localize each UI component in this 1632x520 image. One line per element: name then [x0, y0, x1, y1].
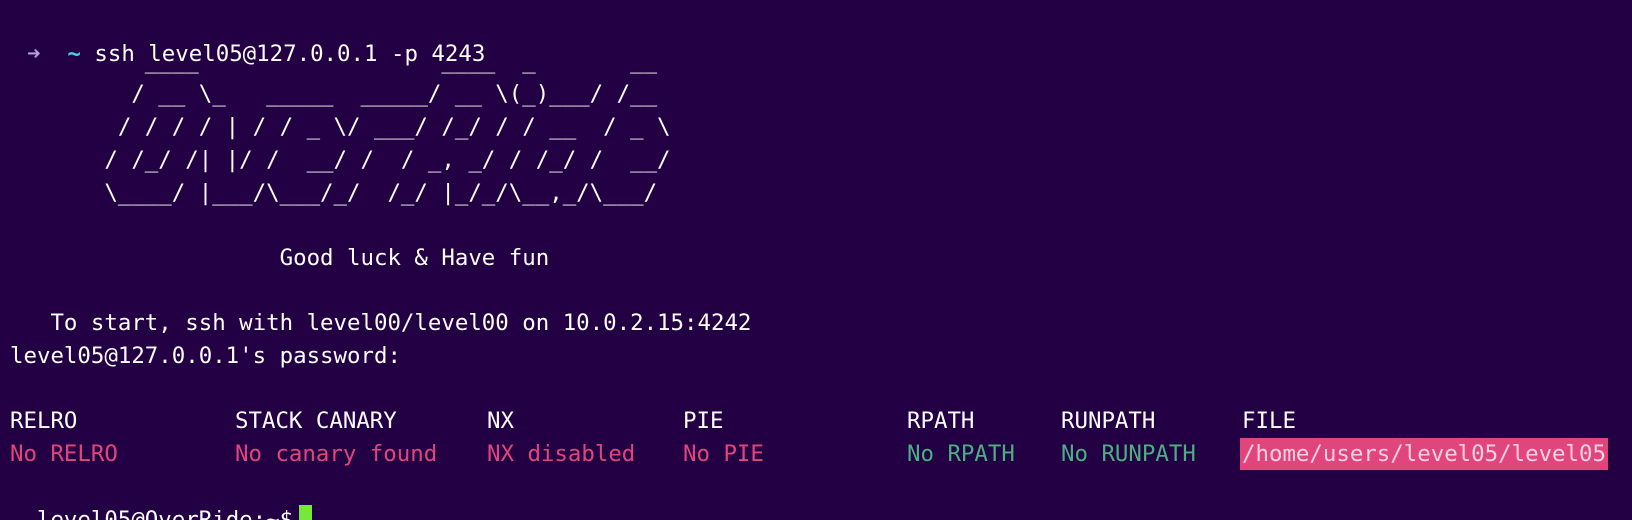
password-prompt: level05@127.0.0.1's password:: [10, 343, 401, 369]
shell-prompt-line[interactable]: level05@OverRide:~$: [10, 469, 313, 520]
checksec-header-runpath: RUNPATH: [1061, 408, 1156, 434]
checksec-value-pie: No PIE: [683, 441, 764, 467]
shell-prompt: level05@OverRide:~$: [36, 507, 294, 520]
checksec-header-nx: NX: [487, 408, 514, 434]
command-line: ➜ ~ ssh level05@127.0.0.1 -p 4243: [0, 3, 485, 67]
checksec-header-pie: PIE: [683, 408, 724, 434]
checksec-header-rpath: RPATH: [907, 408, 975, 434]
banner-ascii-line-1: ____ ____ _ __: [10, 48, 658, 74]
checksec-header-file: FILE: [1242, 408, 1296, 434]
checksec-header-relro: RELRO: [10, 408, 78, 434]
checksec-value-rpath: No RPATH: [907, 441, 1015, 467]
checksec-value-canary: No canary found: [235, 441, 438, 467]
checksec-value-runpath: No RUNPATH: [1061, 441, 1196, 467]
checksec-value-nx: NX disabled: [487, 441, 636, 467]
banner-ascii-line-4: / /_/ /| |/ / __/ / / _, _/ / /_/ / __/: [10, 147, 671, 173]
checksec-header-canary: STACK CANARY: [235, 408, 397, 434]
banner-ascii-line-3: / / / / | / / _ \/ ___/ /_/ / / __ / _ \: [10, 114, 671, 140]
checksec-value-relro: No RELRO: [10, 441, 118, 467]
terminal-cursor: [299, 504, 313, 520]
checksec-value-file: /home/users/level05/level05: [1240, 438, 1608, 470]
banner-ascii-line-5: \____/ |___/\___/_/ /_/ |_/_/\__,_/\___/: [10, 180, 658, 206]
banner-tagline: Good luck & Have fun: [10, 245, 550, 271]
banner-start-hint: To start, ssh with level00/level00 on 10…: [10, 310, 752, 336]
banner-ascii-line-2: / __ \_ _____ _____/ __ \(_)___/ /__: [10, 81, 658, 107]
